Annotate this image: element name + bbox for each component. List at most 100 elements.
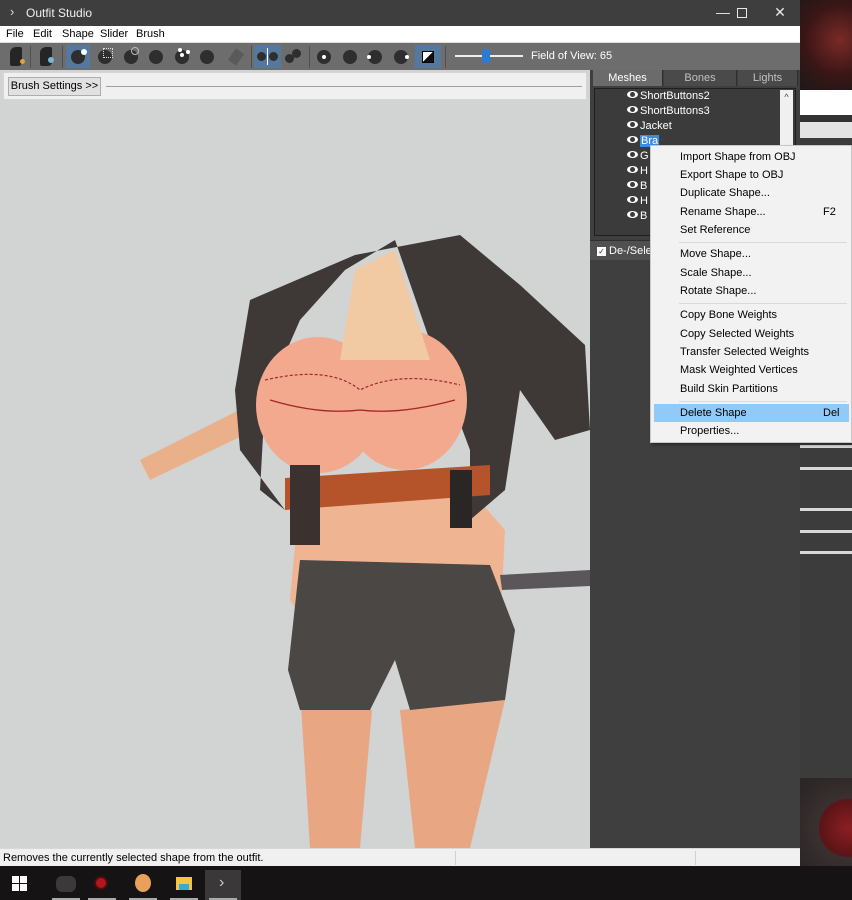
tab-meshes[interactable]: Meshes (593, 70, 663, 86)
window-title: Outfit Studio (26, 6, 93, 20)
status-text: Removes the currently selected shape fro… (3, 852, 264, 864)
perspective-button[interactable] (415, 45, 441, 68)
menu-separator (679, 401, 847, 402)
menu-duplicate-shape[interactable]: Duplicate Shape... (654, 184, 849, 202)
scroll-up-button[interactable]: ^ (780, 90, 793, 104)
mesh-item[interactable]: ShortButtons2 (627, 90, 710, 105)
brush-settings-button[interactable]: Brush Settings >> (8, 77, 101, 96)
menu-set-reference[interactable]: Set Reference (654, 221, 849, 239)
maximize-icon (737, 8, 747, 19)
perspective-toggle-icon (422, 51, 434, 63)
taskbar-app-blurred[interactable] (48, 870, 84, 900)
eye-icon[interactable] (627, 196, 638, 203)
brush-settings-bar: Brush Settings >> (3, 72, 587, 100)
eye-icon[interactable] (627, 166, 638, 173)
app-icon: › (10, 4, 15, 19)
mesh-item[interactable]: B (627, 210, 647, 225)
select-brush-button[interactable] (66, 45, 90, 68)
character-app-icon (135, 874, 151, 892)
mesh-item[interactable]: H (627, 165, 648, 180)
eye-icon[interactable] (627, 151, 638, 158)
eye-icon[interactable] (627, 181, 638, 188)
connected-only-button[interactable] (281, 45, 305, 68)
menu-move-shape[interactable]: Move Shape... (654, 245, 849, 263)
eye-icon[interactable] (627, 121, 638, 128)
model-right-leg (400, 700, 505, 848)
menu-bar: File Edit Shape Slider Brush (0, 26, 800, 43)
mask-brush-button[interactable] (93, 45, 117, 68)
fov-slider-thumb[interactable] (482, 49, 490, 63)
menu-shape[interactable]: Shape (62, 28, 94, 40)
taskbar-file-explorer[interactable] (166, 870, 202, 900)
eye-icon[interactable] (627, 211, 638, 218)
panel-tabs: Meshes Bones Lights (590, 70, 800, 86)
front-view-button[interactable] (312, 45, 336, 68)
shape-context-menu: Import Shape from OBJ Export Shape to OB… (650, 145, 852, 443)
menu-rename-shape[interactable]: Rename Shape... F2 (654, 203, 849, 221)
3d-viewport[interactable]: Brush Settings >> (0, 70, 590, 848)
menu-edit[interactable]: Edit (33, 28, 52, 40)
brush-settings-divider (106, 86, 582, 87)
mesh-item[interactable]: B (627, 180, 647, 195)
smooth-brush-icon (200, 50, 214, 64)
eye-icon[interactable] (627, 106, 638, 113)
load-outfit-button[interactable] (34, 45, 58, 68)
menu-mask-weighted-vertices[interactable]: Mask Weighted Vertices (654, 361, 849, 379)
model-left-leg (300, 690, 372, 848)
red-circle-app-icon (94, 876, 108, 890)
x-mirror-icon (257, 52, 266, 61)
model-staff (500, 570, 590, 590)
tab-lights[interactable]: Lights (738, 70, 798, 86)
model-holster (290, 465, 320, 545)
move-brush-button[interactable] (170, 45, 194, 68)
mesh-item[interactable]: ShortButtons3 (627, 105, 710, 120)
deflate-brush-icon (149, 50, 163, 64)
menu-rotate-shape[interactable]: Rotate Shape... (654, 282, 849, 300)
menu-separator (679, 303, 847, 304)
menu-export-shape-obj[interactable]: Export Shape to OBJ (654, 166, 849, 184)
outfit-studio-icon: › (219, 874, 225, 891)
mesh-item[interactable]: Jacket (627, 120, 672, 135)
tab-bones[interactable]: Bones (664, 70, 737, 86)
close-button[interactable]: ✕ (761, 0, 799, 26)
taskbar-app-red[interactable] (84, 870, 120, 900)
menu-separator (679, 242, 847, 243)
left-view-button[interactable] (363, 45, 387, 68)
eye-icon[interactable] (627, 136, 638, 143)
title-bar[interactable]: › Outfit Studio — ✕ (0, 0, 800, 26)
taskbar: › (0, 866, 852, 900)
x-mirror-button[interactable] (254, 45, 281, 68)
right-view-button[interactable] (389, 45, 413, 68)
menu-file[interactable]: File (6, 28, 24, 40)
menu-properties[interactable]: Properties... (654, 422, 849, 440)
menu-copy-bone-weights[interactable]: Copy Bone Weights (654, 306, 849, 324)
weight-brush-button[interactable] (224, 45, 248, 68)
windows-start-button[interactable] (12, 876, 27, 891)
maximize-button[interactable] (723, 0, 761, 26)
menu-copy-selected-weights[interactable]: Copy Selected Weights (654, 325, 849, 343)
taskbar-outfit-studio[interactable]: › (205, 870, 241, 900)
taskbar-app-character[interactable] (125, 870, 161, 900)
menu-brush[interactable]: Brush (136, 28, 165, 40)
load-reference-button[interactable] (4, 45, 28, 68)
deselect-checkbox[interactable]: ✓ (597, 247, 606, 256)
menu-slider[interactable]: Slider (100, 28, 128, 40)
menu-delete-shape[interactable]: Delete Shape Del (654, 404, 849, 422)
mesh-item[interactable]: G (627, 150, 649, 165)
back-view-icon (343, 50, 357, 64)
menu-scale-shape[interactable]: Scale Shape... (654, 264, 849, 282)
field-of-view-label: Field of View: 65 (531, 50, 613, 62)
toolbar (0, 43, 800, 70)
menu-import-shape-obj[interactable]: Import Shape from OBJ (654, 148, 849, 166)
status-bar: Removes the currently selected shape fro… (0, 848, 800, 866)
model-shorts (288, 560, 515, 710)
deflate-brush-button[interactable] (144, 45, 168, 68)
smooth-brush-button[interactable] (195, 45, 219, 68)
menu-build-skin-partitions[interactable]: Build Skin Partitions (654, 380, 849, 398)
menu-transfer-selected-weights[interactable]: Transfer Selected Weights (654, 343, 849, 361)
back-view-button[interactable] (338, 45, 362, 68)
model-render (140, 235, 590, 848)
inflate-brush-button[interactable] (119, 45, 143, 68)
mesh-item[interactable]: H (627, 195, 648, 210)
eye-icon[interactable] (627, 91, 638, 98)
